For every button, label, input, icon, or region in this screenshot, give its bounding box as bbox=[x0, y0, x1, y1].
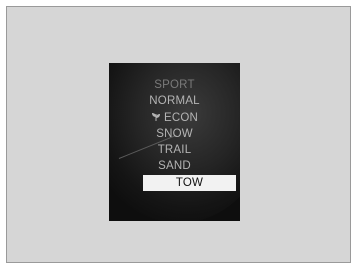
mode-item-trail[interactable]: TRAIL bbox=[109, 142, 240, 158]
mode-label: TOW bbox=[175, 176, 204, 189]
mode-label: SPORT bbox=[154, 79, 195, 91]
illustration-frame: SPORT NORMAL ECON SNOW TRAIL SAND TOW bbox=[6, 6, 351, 263]
mode-item-snow[interactable]: SNOW bbox=[109, 126, 240, 142]
drive-mode-menu: SPORT NORMAL ECON SNOW TRAIL SAND TOW bbox=[109, 77, 240, 192]
mode-item-sport[interactable]: SPORT bbox=[109, 77, 240, 93]
mode-label: TRAIL bbox=[157, 144, 192, 157]
mode-item-sand[interactable]: SAND bbox=[109, 158, 240, 174]
mode-item-normal[interactable]: NORMAL bbox=[109, 93, 240, 109]
mode-label: SAND bbox=[158, 160, 191, 173]
mode-item-econ[interactable]: ECON bbox=[109, 110, 240, 126]
mode-label: SNOW bbox=[156, 127, 193, 140]
mode-item-tow[interactable]: TOW bbox=[143, 174, 236, 192]
eco-leaf-icon bbox=[151, 112, 160, 121]
mode-label: ECON bbox=[163, 111, 199, 124]
mode-label: NORMAL bbox=[149, 95, 200, 108]
drive-mode-display: SPORT NORMAL ECON SNOW TRAIL SAND TOW bbox=[109, 63, 240, 221]
